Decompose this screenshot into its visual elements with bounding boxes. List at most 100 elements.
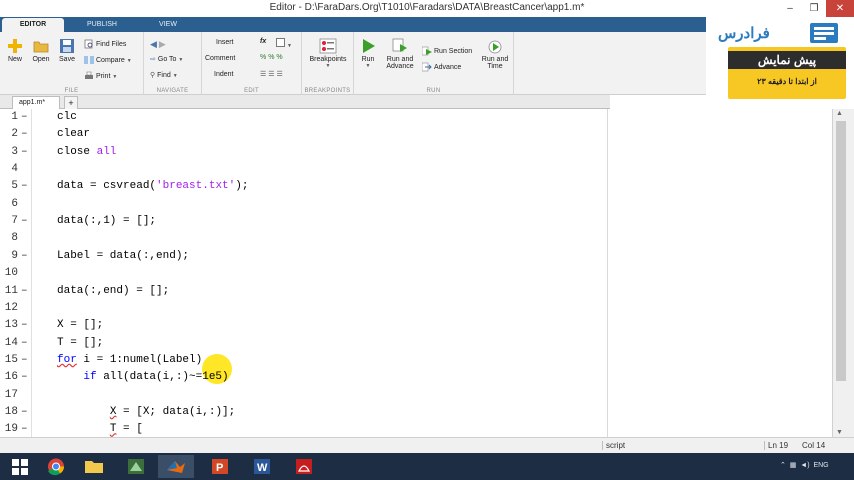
code-line[interactable]: 19– T = [ [0, 421, 832, 437]
breakpoint-marker-icon[interactable]: – [21, 248, 28, 265]
print-button[interactable]: Print ▼ [84, 71, 117, 81]
breakpoint-marker-icon[interactable]: – [21, 369, 28, 386]
keyboard-language[interactable]: ENG [813, 462, 828, 469]
comment-button[interactable]: Comment [205, 55, 235, 62]
code-line[interactable]: 8 [0, 230, 832, 247]
go-to-icon: ⇨ [150, 56, 156, 63]
fx-icon: fx [260, 38, 267, 45]
line-number: 11 [4, 284, 18, 297]
breakpoint-marker-icon[interactable]: – [21, 109, 28, 126]
breakpoint-marker-icon[interactable]: – [21, 421, 28, 437]
insert-button[interactable]: Insert [216, 39, 234, 46]
code-line[interactable]: 11– data(:,end) = []; [0, 283, 832, 300]
start-button[interactable] [2, 455, 38, 478]
navigate-group-label: NAVIGATE [156, 88, 189, 94]
find-button[interactable]: ⚲ Find ▼ [150, 71, 178, 79]
run-and-time-button[interactable]: Run and Time [478, 38, 512, 70]
breakpoint-marker-icon[interactable]: – [21, 352, 28, 369]
find-files-button[interactable]: Find Files [84, 39, 126, 49]
scroll-thumb[interactable] [836, 121, 846, 381]
taskbar-pdf-reader[interactable] [286, 455, 322, 478]
minimize-button[interactable]: – [778, 0, 802, 17]
code-line[interactable]: 6 [0, 196, 832, 213]
indent-button[interactable]: Indent [214, 71, 233, 78]
save-button[interactable]: Save [56, 38, 78, 63]
compare-button[interactable]: Compare ▼ [84, 55, 132, 65]
run-and-advance-button[interactable]: Run and Advance [382, 38, 418, 70]
breakpoint-marker-icon[interactable]: – [21, 283, 28, 300]
breakpoint-marker-icon[interactable]: – [21, 213, 28, 230]
line-number: 5 [11, 180, 18, 193]
svg-text:W: W [257, 462, 268, 474]
code-line[interactable]: 5– data = csvread('breast.txt'); [0, 178, 832, 195]
preview-banner: پیش نمایش از ابتدا تا دقیقه ۲۳ [728, 47, 846, 99]
code-line[interactable]: 7– data(:,1) = []; [0, 213, 832, 230]
code-line[interactable]: 14– T = []; [0, 335, 832, 352]
line-number: 3 [11, 145, 18, 158]
new-button[interactable]: New [4, 38, 26, 63]
scroll-down-arrow-icon[interactable]: ▼ [836, 429, 843, 436]
tab-publish[interactable]: PUBLISH [70, 18, 134, 32]
network-icon[interactable]: ▦ [790, 462, 797, 469]
compare-label: Compare [96, 56, 125, 64]
fx-button[interactable]: fx [260, 38, 266, 45]
go-to-button[interactable]: ⇨ Go To ▼ [150, 55, 183, 63]
status-bar: script Ln 19 Col 14 [0, 437, 854, 453]
back-forward-buttons[interactable]: ◀ ▶ [150, 39, 166, 50]
code-line[interactable]: 13– X = []; [0, 317, 832, 334]
breakpoint-marker-icon[interactable]: – [21, 317, 28, 334]
insert-label: Insert [216, 39, 234, 46]
tab-view[interactable]: VIEW [140, 18, 196, 32]
breakpoint-marker-icon[interactable]: – [21, 144, 28, 161]
breakpoint-marker-icon[interactable]: – [21, 404, 28, 421]
breakpoint-marker-icon[interactable]: – [21, 126, 28, 143]
document-tab-app1[interactable]: app1.m* [12, 96, 60, 109]
taskbar-file-explorer[interactable] [76, 455, 112, 478]
tab-editor[interactable]: EDITOR [2, 18, 64, 32]
code-line[interactable]: 17 [0, 387, 832, 404]
taskbar-matlab[interactable] [158, 455, 194, 478]
breakpoint-marker-icon[interactable]: – [21, 178, 28, 195]
close-button[interactable]: ✕ [826, 0, 854, 17]
code-line[interactable]: 2– clear [0, 126, 832, 143]
up-arrow-icon[interactable]: ⌃ [780, 462, 786, 469]
file-group: New Open Save Find Files Compare ▼ Print… [0, 32, 144, 95]
new-document-tab-button[interactable]: + [64, 96, 78, 109]
compare-icon [84, 56, 94, 64]
advance-button[interactable]: Advance [422, 62, 461, 72]
volume-icon[interactable]: ◄) [800, 462, 809, 469]
code-line[interactable]: 18– X = [X; data(i,:)]; [0, 404, 832, 421]
line-number: 16 [4, 371, 18, 384]
code-line[interactable]: 3– close all [0, 144, 832, 161]
taskbar-powerpoint[interactable]: P [202, 455, 238, 478]
open-button[interactable]: Open [30, 38, 52, 63]
insert-section-button[interactable]: ▼ [276, 38, 292, 49]
code-text: data(:,1) = []; [57, 215, 157, 228]
code-line[interactable]: 15– for i = 1:numel(Label) [0, 352, 832, 369]
code-line[interactable]: 1– clc [0, 109, 832, 126]
scroll-up-arrow-icon[interactable]: ▲ [836, 110, 843, 117]
taskbar-word[interactable]: W [244, 455, 280, 478]
run-section-button[interactable]: Run Section [422, 46, 472, 56]
code-line[interactable]: 12 [0, 300, 832, 317]
matlab-icon [167, 461, 185, 473]
faradars-logo-text: فرادرس [718, 25, 770, 42]
taskbar-app-green[interactable] [118, 455, 154, 478]
comment-toggle-icons[interactable]: % % % [260, 54, 283, 61]
code-line[interactable]: 4 [0, 161, 832, 178]
vertical-scrollbar[interactable]: ▲ ▼ [832, 109, 854, 437]
code-line[interactable]: 16– if all(data(i,:)~=1e5) [0, 369, 832, 386]
chevron-down-icon: ▼ [286, 43, 292, 49]
taskbar-chrome[interactable] [38, 455, 74, 478]
run-button[interactable]: Run ▼ [356, 38, 380, 69]
code-line[interactable]: 9– Label = data(:,end); [0, 248, 832, 265]
breakpoints-button[interactable]: Breakpoints ▼ [306, 38, 350, 69]
code-editor[interactable]: 1– clc 2– clear 3– close all 4 5– data = csvread… [0, 109, 832, 437]
maximize-button[interactable]: ❐ [802, 0, 826, 17]
indent-icons[interactable]: ☰ ☰ ☰ [260, 70, 283, 78]
faradars-ad[interactable]: فرادرس پیش نمایش از ابتدا تا دقیقه ۲۳ [706, 17, 854, 105]
chrome-icon [48, 458, 65, 476]
breakpoint-marker-icon[interactable]: – [21, 335, 28, 352]
chevron-down-icon: ▼ [178, 56, 184, 63]
code-line[interactable]: 10 [0, 265, 832, 282]
